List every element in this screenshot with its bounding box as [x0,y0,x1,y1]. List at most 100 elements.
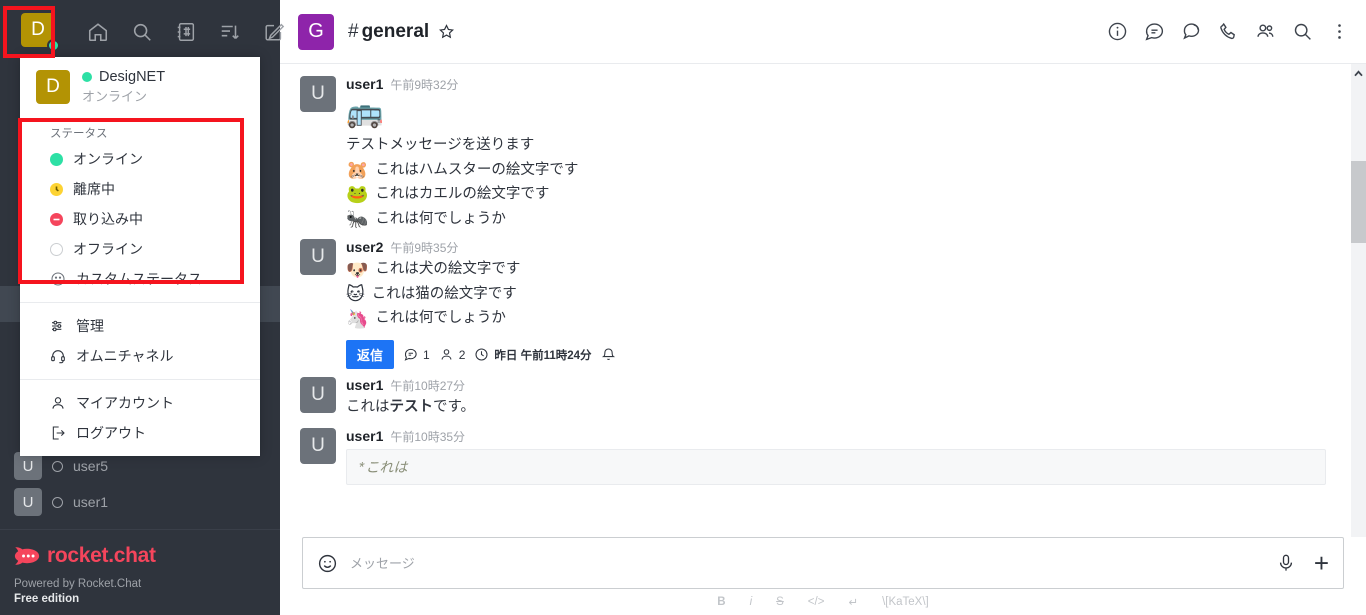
message-text: これはカエルの絵文字です [375,186,550,203]
message-timestamp: 午前10時35分 [390,429,466,444]
directory-icon[interactable] [175,21,197,43]
team-members-icon[interactable] [1255,21,1276,42]
channel-avatar: G [298,13,334,50]
message: U user1 午前10時35分 *これは [280,422,1366,487]
message-text-line: 🐶 これは犬の絵文字です [346,257,1346,282]
menu-item-omnichannel[interactable]: オムニチャネル [20,341,260,371]
sidebar-topbar: D [0,0,285,64]
status-option-label: オンライン [73,151,143,167]
list-item[interactable]: U user1 [0,484,280,520]
format-katex-button[interactable]: \[KaTeX\] [882,596,929,608]
format-bold-button[interactable]: B [717,596,725,608]
avatar: U [300,239,336,276]
channel-header: G # general [280,0,1366,64]
discussions-icon[interactable] [1181,21,1202,42]
powered-by-label: Powered by Rocket.Chat [14,578,142,590]
divider [20,379,260,380]
status-section-title: ステータス [50,128,108,140]
message-composer[interactable]: + [302,537,1344,589]
sidebar-footer: rocket.chat Powered by Rocket.Chat Free … [0,529,280,615]
thread-icon [404,348,417,361]
workspace-avatar-button[interactable]: D [21,13,60,52]
edition-label: Free edition [14,593,80,605]
message-text: これは猫の絵文字です [371,285,517,302]
avatar: D [36,70,70,104]
emoji-icon[interactable] [317,553,350,574]
thread-participants-count[interactable]: 2 [439,347,466,362]
thread-replies-count[interactable]: 1 [403,347,430,362]
main-content: G # general U user1 午前9時32分 🚌 テストメッセージを送… [280,0,1366,615]
message: U user1 午前10時27分 これはテストです。 [280,371,1366,422]
sidebar-topbar-icons [87,21,285,43]
scrollbar-thumb[interactable] [1351,161,1366,243]
message-text-line: 🐹 これはハムスターの絵文字です [346,158,1346,183]
message-text: テストメッセージを送ります [346,137,535,153]
home-icon[interactable] [87,21,109,43]
status-offline-icon [52,496,63,508]
scroll-up-arrow-icon[interactable] [1351,66,1366,80]
status-option-away[interactable]: 離席中 [20,174,260,204]
message-text-line: 🦄 これは何でしょうか [346,306,1346,331]
message-text: これはハムスターの絵文字です [375,161,579,178]
bell-icon [601,348,615,361]
status-option-custom[interactable]: カスタムステータス... [20,264,260,294]
sign-out-icon [50,425,66,441]
format-code-button[interactable]: </> [808,596,825,608]
thread-follow-button[interactable] [601,347,616,362]
create-new-icon[interactable] [263,21,285,43]
message-text-line: これはテストです。 [346,395,1346,420]
message-username[interactable]: user2 [346,239,383,255]
menu-item-label: マイアカウント [76,395,174,411]
participants-count-value: 2 [458,347,466,362]
star-icon[interactable] [429,23,455,40]
format-italic-button[interactable]: i [750,596,753,608]
format-strike-button[interactable]: S [776,596,784,608]
search-icon[interactable] [131,21,153,43]
message-list-scrollbar[interactable] [1351,64,1366,537]
message: U user1 午前9時32分 🚌 テストメッセージを送ります 🐹 これはハムス… [280,70,1366,233]
user-account-dropdown: D DesigNET オンライン ステータス オンライン 離席中 取り込み中 オ… [20,57,260,456]
format-multiline-button[interactable]: ↵ [848,595,858,609]
sidebar-item-label: user1 [73,494,109,510]
menu-item-admin[interactable]: 管理 [20,311,260,341]
phone-icon[interactable] [1218,21,1239,42]
menu-item-my-account[interactable]: マイアカウント [20,388,260,418]
status-option-offline[interactable]: オフライン [20,234,260,264]
message-username[interactable]: user1 [346,377,383,393]
message-text-line: 🐸 これはカエルの絵文字です [346,182,1346,207]
headphone-icon [50,348,66,364]
message-username[interactable]: user1 [346,428,383,444]
message-text: これは何でしょうか [375,210,506,227]
message-username[interactable]: user1 [346,76,383,92]
sort-icon[interactable] [219,21,241,43]
menu-item-logout[interactable]: ログアウト [20,418,260,448]
status-option-busy[interactable]: 取り込み中 [20,204,260,234]
message-timestamp: 午前10時27分 [390,379,466,394]
menu-item-label: ログアウト [76,425,146,441]
status-away-icon [50,182,63,196]
message-text-line: 🐜 これは何でしょうか [346,207,1346,232]
sidebar: D U user5 U user1 rocket.chat Powered by… [0,0,285,615]
message-text-prefix: これは [346,399,390,416]
page-title: general [361,20,430,42]
thread-last-reply: 昨日 午前11時24分 [474,347,592,363]
rocket-chat-app: D U user5 U user1 rocket.chat Powered by… [0,0,1366,615]
message-timestamp: 午前9時32分 [390,78,459,92]
microphone-icon[interactable] [1258,553,1296,573]
search-icon[interactable] [1292,21,1313,42]
info-icon[interactable] [1107,21,1128,42]
ant-emoji: 🐜 [346,209,369,230]
kebab-menu-icon[interactable] [1329,21,1350,42]
message-list: U user1 午前9時32分 🚌 テストメッセージを送ります 🐹 これはハムス… [280,64,1366,537]
frog-emoji: 🐸 [346,184,369,205]
plus-icon[interactable]: + [1314,550,1329,576]
message-text-bold: テスト [389,399,434,416]
message-input[interactable] [350,555,1258,571]
avatar: U [300,377,336,414]
status-option-online[interactable]: オンライン [20,144,260,174]
status-online-icon [82,72,92,82]
threads-icon[interactable] [1144,21,1165,42]
reply-button[interactable]: 返信 [346,340,395,370]
message-composer-area: + B i S </> ↵ \[KaTeX\] [280,537,1366,615]
rocket-chat-wordmark: rocket.chat [47,544,156,567]
